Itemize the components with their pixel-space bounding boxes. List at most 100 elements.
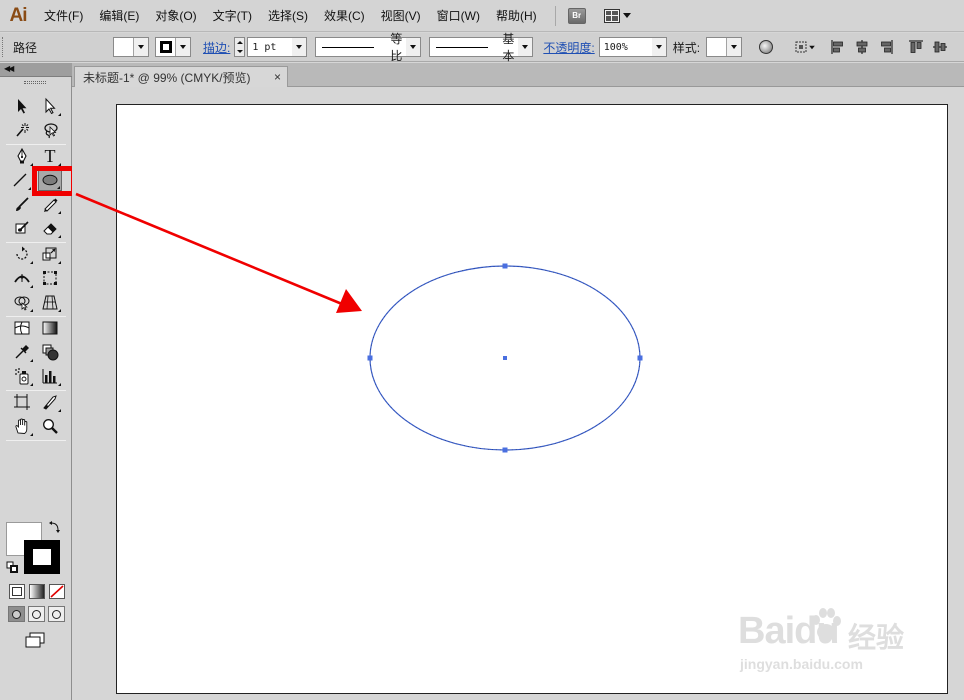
submenu-corner-icon [58, 309, 61, 312]
recolor-artwork-button[interactable] [758, 39, 774, 55]
align-horizontal-center-button[interactable] [854, 39, 870, 55]
slice-knife-icon [43, 395, 57, 410]
brush-line-preview [436, 46, 489, 48]
graphic-style-dropdown[interactable] [706, 37, 743, 57]
color-mode-button[interactable] [9, 584, 25, 599]
chevron-down-icon [406, 38, 421, 56]
fill-color-dropdown[interactable] [113, 37, 149, 57]
anchor-point-left[interactable] [367, 355, 373, 361]
screen-mode-icon[interactable] [24, 632, 46, 648]
tools-panel-header[interactable]: ◀◀ [0, 63, 72, 77]
stroke-color-swatch[interactable] [24, 540, 60, 574]
stroke-color-dropdown[interactable] [155, 37, 191, 57]
gradient-tool[interactable] [38, 317, 62, 339]
anchor-point-right[interactable] [637, 355, 643, 361]
swap-fill-stroke-icon[interactable] [49, 521, 61, 533]
menu-type[interactable]: 文字(T) [205, 0, 260, 32]
menu-file[interactable]: 文件(F) [36, 0, 91, 32]
stepper-down-icon[interactable] [235, 47, 244, 56]
selection-tool[interactable] [10, 95, 34, 117]
menu-select[interactable]: 选择(S) [260, 0, 316, 32]
draw-normal-button[interactable] [8, 606, 25, 622]
free-transform-icon [43, 271, 57, 285]
baidu-paw-icon [812, 608, 841, 640]
default-fill-stroke-icon[interactable] [6, 561, 18, 573]
eraser-tool[interactable] [38, 217, 62, 239]
center-point[interactable] [503, 356, 507, 360]
chevron-down-icon [176, 38, 190, 56]
scale-tool[interactable] [38, 243, 62, 265]
control-bar: 路径 描边: 1 pt 等比 基本 不透明度: 100% 样式: [0, 32, 964, 63]
pen-tool[interactable] [10, 145, 34, 167]
menu-edit[interactable]: 编辑(E) [91, 0, 147, 32]
gradient-icon [42, 321, 58, 335]
eyedropper-tool[interactable] [10, 341, 34, 363]
draw-behind-button[interactable] [28, 606, 45, 622]
align-vertical-center-button[interactable] [932, 39, 948, 55]
submenu-corner-icon [58, 113, 61, 116]
slice-tool[interactable] [38, 391, 62, 413]
panel-grip[interactable] [24, 81, 46, 84]
stepper-up-icon[interactable] [235, 38, 244, 47]
artboard-tool[interactable] [10, 391, 34, 413]
zoom-tool[interactable] [38, 415, 62, 437]
draw-inside-button[interactable] [48, 606, 65, 622]
align-top-button[interactable] [908, 39, 924, 55]
paintbrush-tool[interactable] [10, 193, 34, 215]
perspective-grid-tool[interactable] [38, 291, 62, 313]
stroke-panel-link[interactable]: 描边: [203, 39, 230, 56]
bridge-button[interactable]: Br [567, 7, 586, 24]
none-mode-button[interactable] [49, 584, 65, 599]
menu-effect[interactable]: 效果(C) [316, 0, 373, 32]
document-tab[interactable]: 未标题-1* @ 99% (CMYK/预览) × [74, 66, 288, 87]
rotate-tool[interactable] [10, 243, 34, 265]
gradient-mode-button[interactable] [29, 584, 45, 599]
blend-tool[interactable] [38, 341, 62, 363]
black-arrow-icon [18, 99, 27, 114]
stroke-weight-field[interactable]: 1 pt [247, 37, 308, 57]
anchor-point-top[interactable] [502, 263, 508, 269]
opacity-panel-link[interactable]: 不透明度: [543, 39, 594, 56]
line-segment-tool[interactable] [8, 169, 32, 191]
submenu-corner-icon [30, 285, 33, 288]
anchor-point-bottom[interactable] [502, 447, 508, 453]
align-left-button[interactable] [830, 39, 846, 55]
menu-object[interactable]: 对象(O) [147, 0, 204, 32]
hand-tool[interactable] [10, 415, 34, 437]
column-graph-tool[interactable] [38, 365, 62, 387]
magic-wand-icon [16, 123, 29, 137]
align-right-button[interactable] [878, 39, 894, 55]
style-swatch [707, 38, 728, 56]
lasso-tool[interactable] [38, 119, 62, 141]
variable-width-profile-dropdown[interactable]: 等比 [315, 32, 422, 63]
document-tab-strip: 未标题-1* @ 99% (CMYK/预览) × [72, 63, 964, 87]
brush-definition-dropdown[interactable]: 基本 [429, 32, 534, 63]
menu-help[interactable]: 帮助(H) [488, 0, 545, 32]
shape-builder-tool[interactable] [10, 291, 34, 313]
lasso-icon [44, 123, 58, 139]
menu-window[interactable]: 窗口(W) [429, 0, 488, 32]
submenu-corner-icon [58, 261, 61, 264]
symbol-sprayer-tool[interactable] [10, 365, 34, 387]
width-tool-icon [14, 274, 30, 283]
type-tool[interactable]: T [38, 145, 62, 167]
shape-builder-icon [14, 296, 30, 311]
width-tool[interactable] [10, 267, 34, 289]
free-transform-tool[interactable] [38, 267, 62, 289]
pencil-tool[interactable] [38, 193, 62, 215]
opacity-field[interactable]: 100% [598, 37, 667, 57]
zoom-magnifier-icon [43, 419, 58, 434]
blob-brush-icon [15, 221, 29, 234]
workspace-switcher-button[interactable] [603, 8, 631, 23]
submenu-corner-icon [30, 309, 33, 312]
align-to-selection-button[interactable] [794, 39, 810, 55]
magic-wand-tool[interactable] [10, 119, 34, 141]
collapse-double-arrow-icon[interactable]: ◀◀ [4, 64, 14, 73]
mesh-tool[interactable] [10, 317, 34, 339]
close-icon[interactable]: × [274, 70, 281, 84]
align-right-icon [881, 40, 893, 54]
menu-view[interactable]: 视图(V) [373, 0, 429, 32]
blob-brush-tool[interactable] [10, 217, 34, 239]
stroke-weight-stepper[interactable] [234, 37, 246, 57]
direct-selection-tool[interactable] [38, 95, 62, 117]
